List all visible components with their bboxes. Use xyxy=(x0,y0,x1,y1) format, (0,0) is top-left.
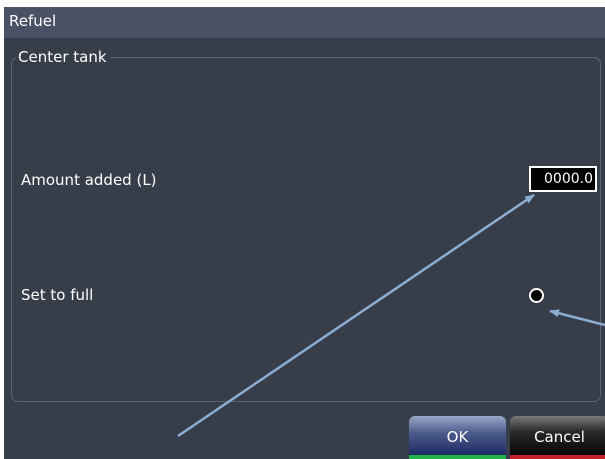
refuel-dialog: Refuel Center tank Amount added (L) Set … xyxy=(4,7,605,459)
amount-added-input[interactable] xyxy=(529,166,597,192)
cancel-button[interactable]: Cancel xyxy=(510,416,605,459)
amount-added-label: Amount added (L) xyxy=(21,171,157,189)
title-bar: Refuel xyxy=(4,7,605,38)
ok-button[interactable]: OK xyxy=(409,416,506,459)
set-to-full-radio[interactable] xyxy=(529,288,544,303)
screen: Refuel Center tank Amount added (L) Set … xyxy=(0,0,605,459)
center-tank-group xyxy=(11,57,601,402)
dialog-title: Refuel xyxy=(9,12,57,30)
set-to-full-label: Set to full xyxy=(21,286,94,304)
group-legend: Center tank xyxy=(16,47,111,67)
